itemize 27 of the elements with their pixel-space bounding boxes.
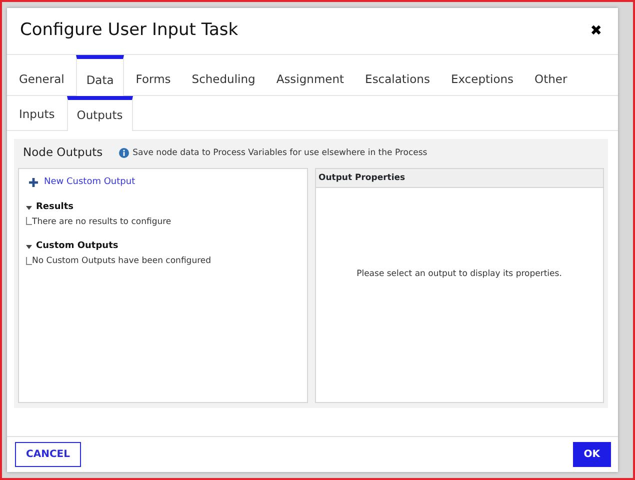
properties-message: Please select an output to display its properties. — [356, 268, 563, 281]
tab[interactable]: Forms — [126, 55, 180, 96]
ok-button[interactable]: OK — [572, 442, 611, 467]
dialog-title: Configure User Input Task — [20, 19, 238, 42]
tab[interactable]: Data — [76, 55, 124, 96]
tab[interactable]: Assignment — [267, 55, 354, 96]
tab[interactable]: Other — [526, 55, 576, 96]
tab[interactable]: General — [10, 55, 74, 96]
tree-leaf: No Custom Outputs have been configured — [32, 254, 212, 268]
tab[interactable]: Scheduling — [182, 55, 264, 96]
expanded-caret-icon — [26, 204, 32, 211]
plus-icon — [29, 178, 38, 187]
tab[interactable]: Escalations — [356, 55, 439, 96]
expanded-caret-icon — [26, 244, 32, 250]
cancel-button[interactable]: CANCEL — [15, 442, 81, 467]
info-icon — [118, 148, 129, 158]
properties-header: Output Properties — [316, 168, 603, 188]
close-button[interactable]: ✖ — [588, 20, 604, 42]
tab[interactable]: Inputs — [10, 96, 64, 130]
panel-title: Node Outputs — [23, 144, 103, 162]
tab[interactable]: Exceptions — [442, 55, 523, 96]
info-text: Save node data to Process Variables for use elsewhere in the Process — [132, 146, 428, 160]
new-output-link[interactable]: New Custom Output — [29, 176, 136, 189]
tree-leaf: There are no results to configure — [32, 216, 172, 228]
tree-node[interactable]: Custom Outputs — [26, 240, 306, 254]
tree-node[interactable]: Results — [26, 201, 306, 214]
tab[interactable]: Outputs — [66, 96, 133, 130]
